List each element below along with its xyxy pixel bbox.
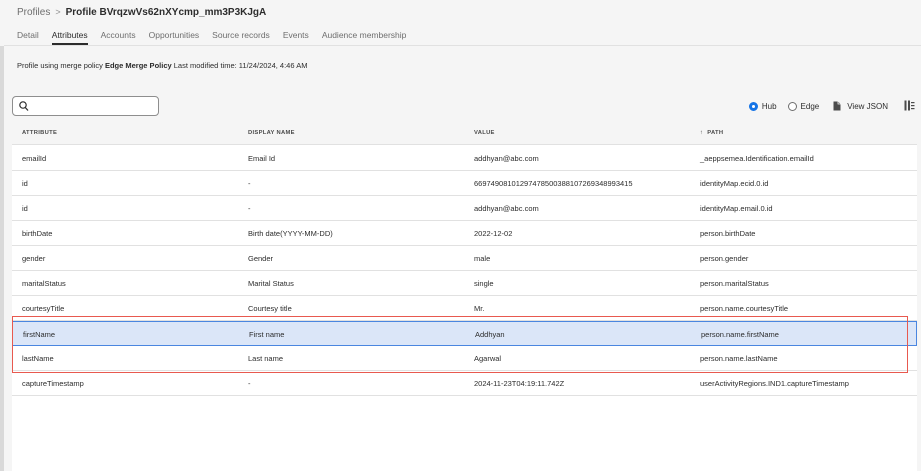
cell-attribute: id — [22, 204, 28, 213]
cell-value: 66974908101297478500388107269348993415 — [474, 179, 633, 188]
merge-policy-name: Edge Merge Policy — [104, 61, 172, 70]
table-row[interactable]: captureTimestamp - 2024-11-23T04:19:11.742… — [12, 371, 917, 396]
cell-attribute: id — [22, 179, 28, 188]
search-box[interactable] — [12, 96, 159, 116]
cell-value: Addhyan — [475, 330, 505, 339]
column-header-attribute[interactable]: ATTRIBUTE — [22, 130, 57, 136]
cell-attribute: emailId — [22, 154, 47, 163]
column-header-path[interactable]: ↑ PATH — [700, 130, 723, 136]
table-row[interactable]: lastName Last name Agarwal person.name.last… — [12, 346, 917, 371]
cell-attribute: gender — [22, 254, 46, 263]
page-title: Profile BVrqzwVs62nXYcmp_mm3P3KJgA — [65, 6, 267, 18]
cell-value: 2024-11-23T04:19:11.742Z — [474, 379, 565, 388]
cell-path: person.gender — [700, 254, 749, 263]
cell-path: person.name.courtesyTitle — [700, 304, 789, 313]
cell-display-name: Marital Status — [248, 279, 294, 288]
search-input[interactable] — [33, 99, 155, 113]
cell-value: 2022-12-02 — [474, 229, 513, 238]
cell-attribute: firstName — [23, 330, 56, 339]
cell-path: person.birthDate — [700, 229, 756, 238]
cell-value: addhyan@abc.com — [474, 204, 539, 213]
breadcrumb-profiles-link[interactable]: Profiles — [17, 7, 50, 18]
tab-accounts[interactable]: Accounts — [101, 28, 136, 45]
last-modified-text: Last modified time: 11/24/2024, 4:46 AM — [173, 61, 308, 70]
tab-audience-membership[interactable]: Audience membership — [322, 28, 407, 45]
search-icon — [19, 101, 29, 111]
cell-value: addhyan@abc.com — [474, 154, 539, 163]
cell-value: male — [474, 254, 491, 263]
page-header: Profiles > Profile BVrqzwVs62nXYcmp_mm3P… — [0, 0, 921, 46]
tab-events[interactable]: Events — [283, 28, 309, 45]
cell-attribute: lastName — [22, 354, 54, 363]
cell-display-name: - — [248, 379, 251, 388]
table-row[interactable]: firstName First name Addhyan person.name.fi… — [12, 321, 917, 346]
cell-value: Agarwal — [474, 354, 502, 363]
document-icon — [833, 101, 841, 111]
column-settings-icon — [904, 100, 915, 110]
cell-attribute: maritalStatus — [22, 279, 66, 288]
tab-opportunities[interactable]: Opportunities — [149, 28, 200, 45]
table-row[interactable]: emailId Email Id addhyan@abc.com _aeppsemea… — [12, 146, 917, 171]
tab-bar: Detail Attributes Accounts Opportunities… — [17, 28, 419, 45]
column-settings-button[interactable] — [904, 100, 915, 113]
tab-source-records[interactable]: Source records — [212, 28, 270, 45]
cell-path: identityMap.email.0.id — [700, 204, 773, 213]
attributes-table: ATTRIBUTE DISPLAY NAME VALUE ↑ PATH email… — [12, 121, 917, 471]
header-divider — [4, 45, 921, 46]
cell-path: _aeppsemea.Identification.emailId — [700, 154, 814, 163]
view-json-button[interactable]: View JSON — [833, 101, 888, 111]
column-header-value[interactable]: VALUE — [474, 130, 495, 136]
cell-path: person.name.lastName — [700, 354, 778, 363]
cell-display-name: Gender — [248, 254, 274, 263]
cell-display-name: First name — [249, 330, 285, 339]
hub-radio-option[interactable]: Hub — [748, 101, 777, 111]
cell-display-name: Email Id — [248, 154, 276, 163]
edge-radio-option[interactable]: Edge — [787, 101, 820, 111]
table-row[interactable]: id - addhyan@abc.com identityMap.email.0.id — [12, 196, 917, 221]
cell-display-name: Birth date(YYYY-MM-DD) — [248, 229, 333, 238]
breadcrumb: Profiles > Profile BVrqzwVs62nXYcmp_mm3P… — [17, 5, 266, 19]
edge-radio[interactable] — [787, 101, 797, 111]
table-row[interactable]: maritalStatus Marital Status single person.… — [12, 271, 917, 296]
tab-attributes[interactable]: Attributes — [51, 28, 88, 45]
merge-policy-info: Profile using merge policy Edge Merge Po… — [17, 61, 307, 70]
cell-value: single — [474, 279, 494, 288]
cell-attribute: captureTimestamp — [22, 379, 84, 388]
table-row[interactable]: courtesyTitle Courtesy title Mr. person.nam… — [12, 296, 917, 321]
view-json-label: View JSON — [847, 101, 888, 111]
left-edge-strip — [0, 0, 4, 471]
breadcrumb-separator: > — [55, 7, 61, 17]
cell-path: person.maritalStatus — [700, 279, 769, 288]
table-row[interactable]: id - 6697490810129747850038810726934899341… — [12, 171, 917, 196]
merge-policy-prefix: Profile using merge policy — [17, 61, 103, 70]
cell-path: person.name.firstName — [701, 330, 779, 339]
toolbar: Hub Edge View JSON — [738, 99, 915, 113]
table-row[interactable]: gender Gender male person.gender — [12, 246, 917, 271]
tab-detail[interactable]: Detail — [17, 28, 39, 45]
hub-radio-label: Hub — [761, 101, 777, 111]
hub-radio[interactable] — [748, 101, 758, 111]
table-row[interactable]: birthDate Birth date(YYYY-MM-DD) 2022-12-0… — [12, 221, 917, 246]
table-header: ATTRIBUTE DISPLAY NAME VALUE ↑ PATH — [12, 121, 917, 145]
column-header-display-name[interactable]: DISPLAY NAME — [248, 130, 295, 136]
cell-display-name: - — [248, 179, 251, 188]
sort-ascending-icon: ↑ — [700, 130, 704, 136]
cell-value: Mr. — [474, 304, 485, 313]
cell-attribute: birthDate — [22, 229, 53, 238]
cell-path: userActivityRegions.IND1.captureTimestam… — [700, 379, 849, 388]
cell-attribute: courtesyTitle — [22, 304, 65, 313]
cell-display-name: - — [248, 204, 251, 213]
cell-display-name: Last name — [248, 354, 284, 363]
edge-radio-label: Edge — [800, 101, 820, 111]
cell-path: identityMap.ecid.0.id — [700, 179, 769, 188]
cell-display-name: Courtesy title — [248, 304, 292, 313]
